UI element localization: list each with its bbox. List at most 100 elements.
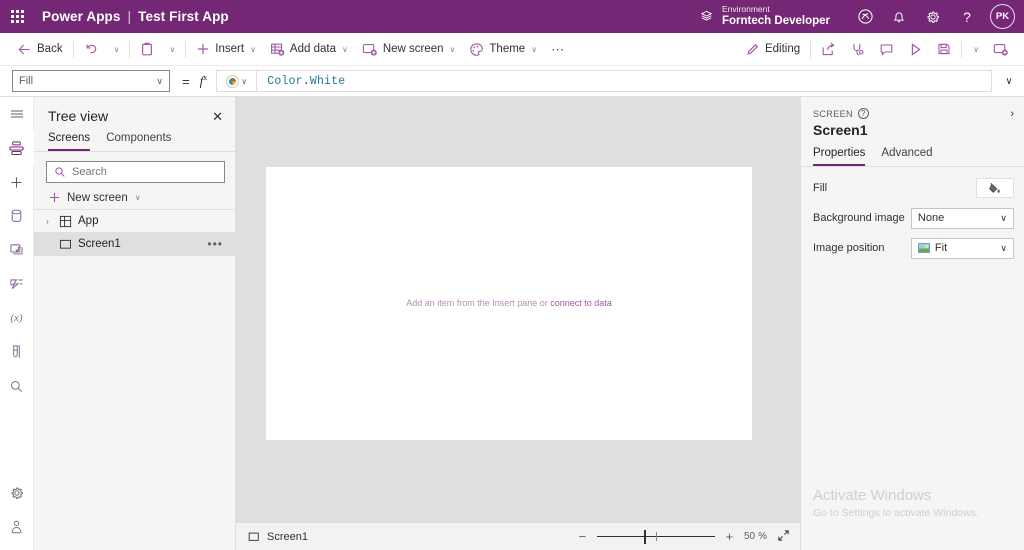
tree-row-screen1[interactable]: Screen1 ••• — [34, 233, 235, 255]
copilot-icon[interactable] — [848, 0, 882, 33]
command-bar: Back ∨ ∨ Insert ∨ Add data ∨ New screen … — [0, 33, 1024, 66]
overflow-button[interactable]: ⋯ — [544, 36, 572, 63]
sidebar-item-insert[interactable] — [0, 165, 34, 199]
hamburger-menu-icon[interactable] — [0, 97, 34, 131]
zoom-slider-thumb[interactable] — [644, 529, 647, 544]
zoom-slider[interactable] — [596, 529, 715, 544]
help-icon[interactable]: ? — [950, 0, 984, 33]
background-image-value: None — [917, 212, 945, 224]
brand-separator: | — [127, 9, 132, 24]
share-button[interactable] — [814, 36, 843, 63]
canvas-area[interactable]: Add an item from the Insert pane or conn… — [236, 97, 800, 522]
status-bar: Screen1 − + 50 % — [236, 522, 800, 550]
comments-button[interactable] — [872, 36, 901, 63]
image-position-value: Fit — [934, 242, 948, 254]
tree-row-more-icon[interactable]: ••• — [207, 237, 223, 251]
publish-button[interactable] — [986, 36, 1016, 63]
status-screen-selector[interactable]: Screen1 — [248, 531, 308, 543]
divider — [185, 40, 187, 58]
app-checker-icon — [850, 42, 865, 57]
save-button[interactable] — [930, 36, 958, 63]
app-title[interactable]: Test First App — [138, 9, 229, 24]
undo-button[interactable] — [77, 36, 106, 63]
connect-to-data-link[interactable]: connect to data — [550, 298, 612, 308]
sidebar-item-power-automate[interactable] — [0, 267, 34, 301]
sidebar-item-tree-view[interactable] — [0, 131, 34, 165]
image-position-dropdown[interactable]: Fit ∨ — [910, 237, 1014, 259]
app-icon — [59, 215, 72, 228]
screen-icon — [59, 239, 72, 250]
settings-icon[interactable] — [0, 476, 34, 510]
sidebar-item-variables[interactable]: (x) — [0, 301, 34, 335]
search-icon — [54, 166, 66, 178]
zoom-out-button[interactable]: − — [576, 530, 589, 543]
add-data-button[interactable]: Add data ∨ — [263, 36, 355, 63]
formula-expand-button[interactable]: ∨ — [994, 66, 1024, 97]
account-icon[interactable] — [0, 510, 34, 544]
new-screen-button[interactable]: New screen ∨ — [48, 191, 235, 204]
formula-dot: . — [302, 74, 310, 88]
command-bar-left: Back ∨ ∨ Insert ∨ Add data ∨ New screen … — [0, 36, 572, 63]
screen-icon — [248, 532, 260, 542]
fit-to-screen-icon[interactable] — [777, 529, 790, 545]
save-chevron-button[interactable]: ∨ — [965, 36, 986, 63]
divider — [961, 40, 963, 58]
undo-chevron-button[interactable]: ∨ — [106, 36, 127, 63]
search-field[interactable] — [72, 166, 217, 178]
app-checker-button[interactable] — [843, 36, 872, 63]
property-row-image-position: Image position Fit ∨ — [801, 233, 1024, 263]
new-screen-button[interactable]: New screen ∨ — [355, 36, 463, 63]
tree-view-header: Tree view ✕ — [34, 97, 235, 130]
tab-properties[interactable]: Properties — [813, 147, 866, 166]
chevron-down-icon: ∨ — [1000, 242, 1007, 253]
tab-screens[interactable]: Screens — [48, 132, 91, 151]
formula-text[interactable]: Color.White — [257, 75, 345, 88]
tree-row-label: App — [78, 215, 99, 227]
divider — [72, 40, 74, 58]
tree-view-panel: Tree view ✕ Screens Components New scree… — [34, 97, 236, 550]
back-button[interactable]: Back — [10, 36, 70, 63]
color-swatch-icon — [226, 74, 240, 88]
tree-row-app[interactable]: › App — [34, 210, 235, 232]
zoom-in-button[interactable]: + — [723, 530, 736, 543]
new-screen-icon — [362, 42, 378, 57]
fill-color-button[interactable] — [976, 178, 1014, 198]
expand-caret-icon[interactable]: › — [42, 217, 53, 226]
collapse-panel-icon[interactable]: › — [1010, 108, 1014, 120]
chevron-down-icon: ∨ — [241, 76, 248, 86]
color-swatch-button[interactable]: ∨ — [217, 71, 258, 91]
theme-button[interactable]: Theme ∨ — [462, 36, 544, 63]
environment-label: Environment — [722, 4, 770, 14]
zoom-number: 50 — [743, 531, 756, 542]
search-input[interactable] — [46, 161, 225, 183]
settings-icon[interactable] — [916, 0, 950, 33]
environment-picker[interactable]: Environment Forntech Developer — [699, 4, 830, 28]
sidebar-item-test-studio[interactable] — [0, 335, 34, 369]
sidebar-item-data[interactable] — [0, 199, 34, 233]
properties-kicker: SCREEN ? — [813, 108, 869, 119]
tab-advanced[interactable]: Advanced — [881, 147, 932, 166]
insert-button[interactable]: Insert ∨ — [189, 36, 263, 63]
sidebar-item-media[interactable] — [0, 233, 34, 267]
chevron-down-icon: ∨ — [973, 44, 979, 54]
help-icon[interactable]: ? — [857, 108, 869, 119]
tab-components[interactable]: Components — [106, 132, 171, 151]
back-label: Back — [37, 43, 63, 55]
background-image-dropdown[interactable]: None ∨ — [910, 207, 1014, 229]
editing-mode-button[interactable]: Editing — [739, 36, 807, 63]
preview-button[interactable] — [901, 36, 930, 63]
sidebar-item-search[interactable] — [0, 369, 34, 403]
paste-chevron-button[interactable]: ∨ — [161, 36, 182, 63]
property-label: Image position — [813, 242, 885, 254]
property-selector[interactable]: Fill ∨ — [12, 70, 170, 92]
canvas-screen[interactable]: Add an item from the Insert pane or conn… — [266, 167, 752, 440]
plus-icon — [196, 42, 210, 56]
product-name[interactable]: Power Apps — [42, 9, 121, 24]
formula-input[interactable]: ∨ Color.White — [216, 70, 992, 92]
avatar[interactable]: PK — [990, 4, 1015, 29]
paste-button[interactable] — [133, 36, 161, 63]
chevron-down-icon: ∨ — [449, 44, 456, 54]
close-icon[interactable]: ✕ — [212, 110, 223, 123]
notifications-icon[interactable] — [882, 0, 916, 33]
app-launcher-icon[interactable] — [0, 0, 34, 33]
